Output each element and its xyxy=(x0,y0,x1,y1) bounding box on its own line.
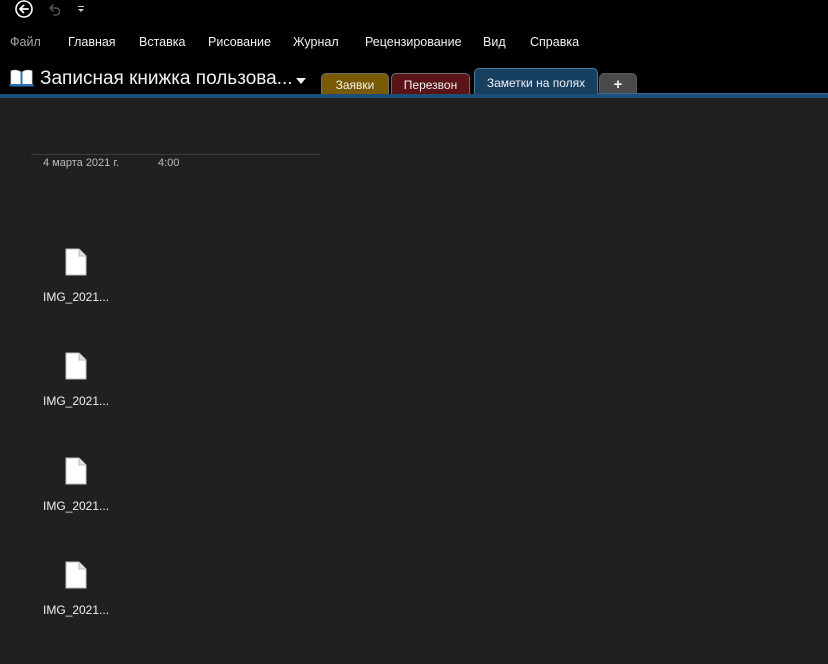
section-underline-highlight xyxy=(598,93,828,94)
quick-access-toolbar xyxy=(0,0,828,22)
customize-dropdown-icon[interactable] xyxy=(76,2,86,16)
file-attachment-name: IMG_2021... xyxy=(43,290,110,304)
notebook-title[interactable]: Записная книжка пользова... xyxy=(40,68,293,90)
tab-history[interactable]: Журнал xyxy=(293,35,339,49)
tab-view[interactable]: Вид xyxy=(483,35,506,49)
tab-draw[interactable]: Рисование xyxy=(208,35,271,49)
ribbon-tabs: Файл Главная Вставка Рисование Журнал Ре… xyxy=(0,22,828,62)
file-attachment[interactable]: IMG_2021... xyxy=(40,248,130,312)
tab-file[interactable]: Файл xyxy=(10,35,41,49)
page-date: 4 марта 2021 г. xyxy=(43,157,120,169)
section-tab-zayavki[interactable]: Заявки xyxy=(321,73,389,95)
back-arrow-icon[interactable] xyxy=(15,0,33,18)
notebook-dropdown-caret-icon[interactable] xyxy=(296,78,306,84)
page-title-rule xyxy=(31,154,320,155)
file-attachment-name: IMG_2021... xyxy=(43,499,110,513)
tab-home[interactable]: Главная xyxy=(68,35,116,49)
tab-review[interactable]: Рецензирование xyxy=(365,35,462,49)
notebook-icon[interactable] xyxy=(9,68,34,88)
file-attachment-name: IMG_2021... xyxy=(43,603,110,617)
tab-insert[interactable]: Вставка xyxy=(139,35,185,49)
undo-icon[interactable] xyxy=(46,1,62,17)
file-icon xyxy=(65,352,87,380)
notebook-bar: Записная книжка пользова... Заявки Перез… xyxy=(0,62,828,96)
file-icon xyxy=(65,457,87,485)
section-tab-perezvon[interactable]: Перезвон xyxy=(391,73,470,95)
file-icon xyxy=(65,248,87,276)
add-section-button[interactable]: + xyxy=(599,73,637,95)
onenote-window: Файл Главная Вставка Рисование Журнал Ре… xyxy=(0,0,828,664)
file-attachment[interactable]: IMG_2021... xyxy=(40,352,130,416)
file-attachment-name: IMG_2021... xyxy=(43,394,110,408)
file-attachment[interactable]: IMG_2021... xyxy=(40,561,130,625)
section-tab-zametki-active[interactable]: Заметки на полях xyxy=(474,68,598,96)
file-icon xyxy=(65,561,87,589)
page-time: 4:00 xyxy=(158,157,180,169)
section-underline xyxy=(0,94,828,98)
tab-help[interactable]: Справка xyxy=(530,35,579,49)
file-attachment[interactable]: IMG_2021... xyxy=(40,457,130,521)
